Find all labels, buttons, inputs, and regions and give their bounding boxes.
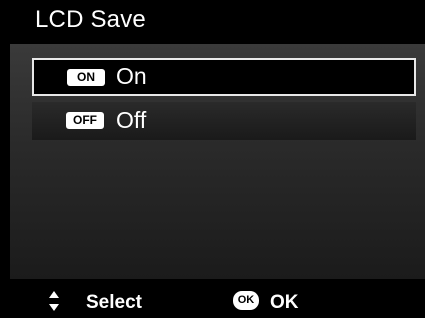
option-on[interactable]: ON On [32, 58, 416, 96]
title-bar: LCD Save [0, 0, 425, 44]
select-hint-label: Select [86, 292, 142, 313]
ok-button-icon: OK [233, 291, 259, 310]
option-off[interactable]: OFF Off [32, 102, 416, 140]
off-badge-icon: OFF [66, 112, 104, 129]
ok-hint-label: OK [270, 292, 299, 313]
page-title: LCD Save [35, 6, 146, 33]
option-off-label: Off [116, 107, 147, 133]
on-badge-icon: ON [67, 69, 105, 86]
up-down-arrows-icon [49, 291, 59, 311]
footer-bar: Select OK OK [0, 284, 425, 318]
option-on-label: On [116, 63, 147, 89]
